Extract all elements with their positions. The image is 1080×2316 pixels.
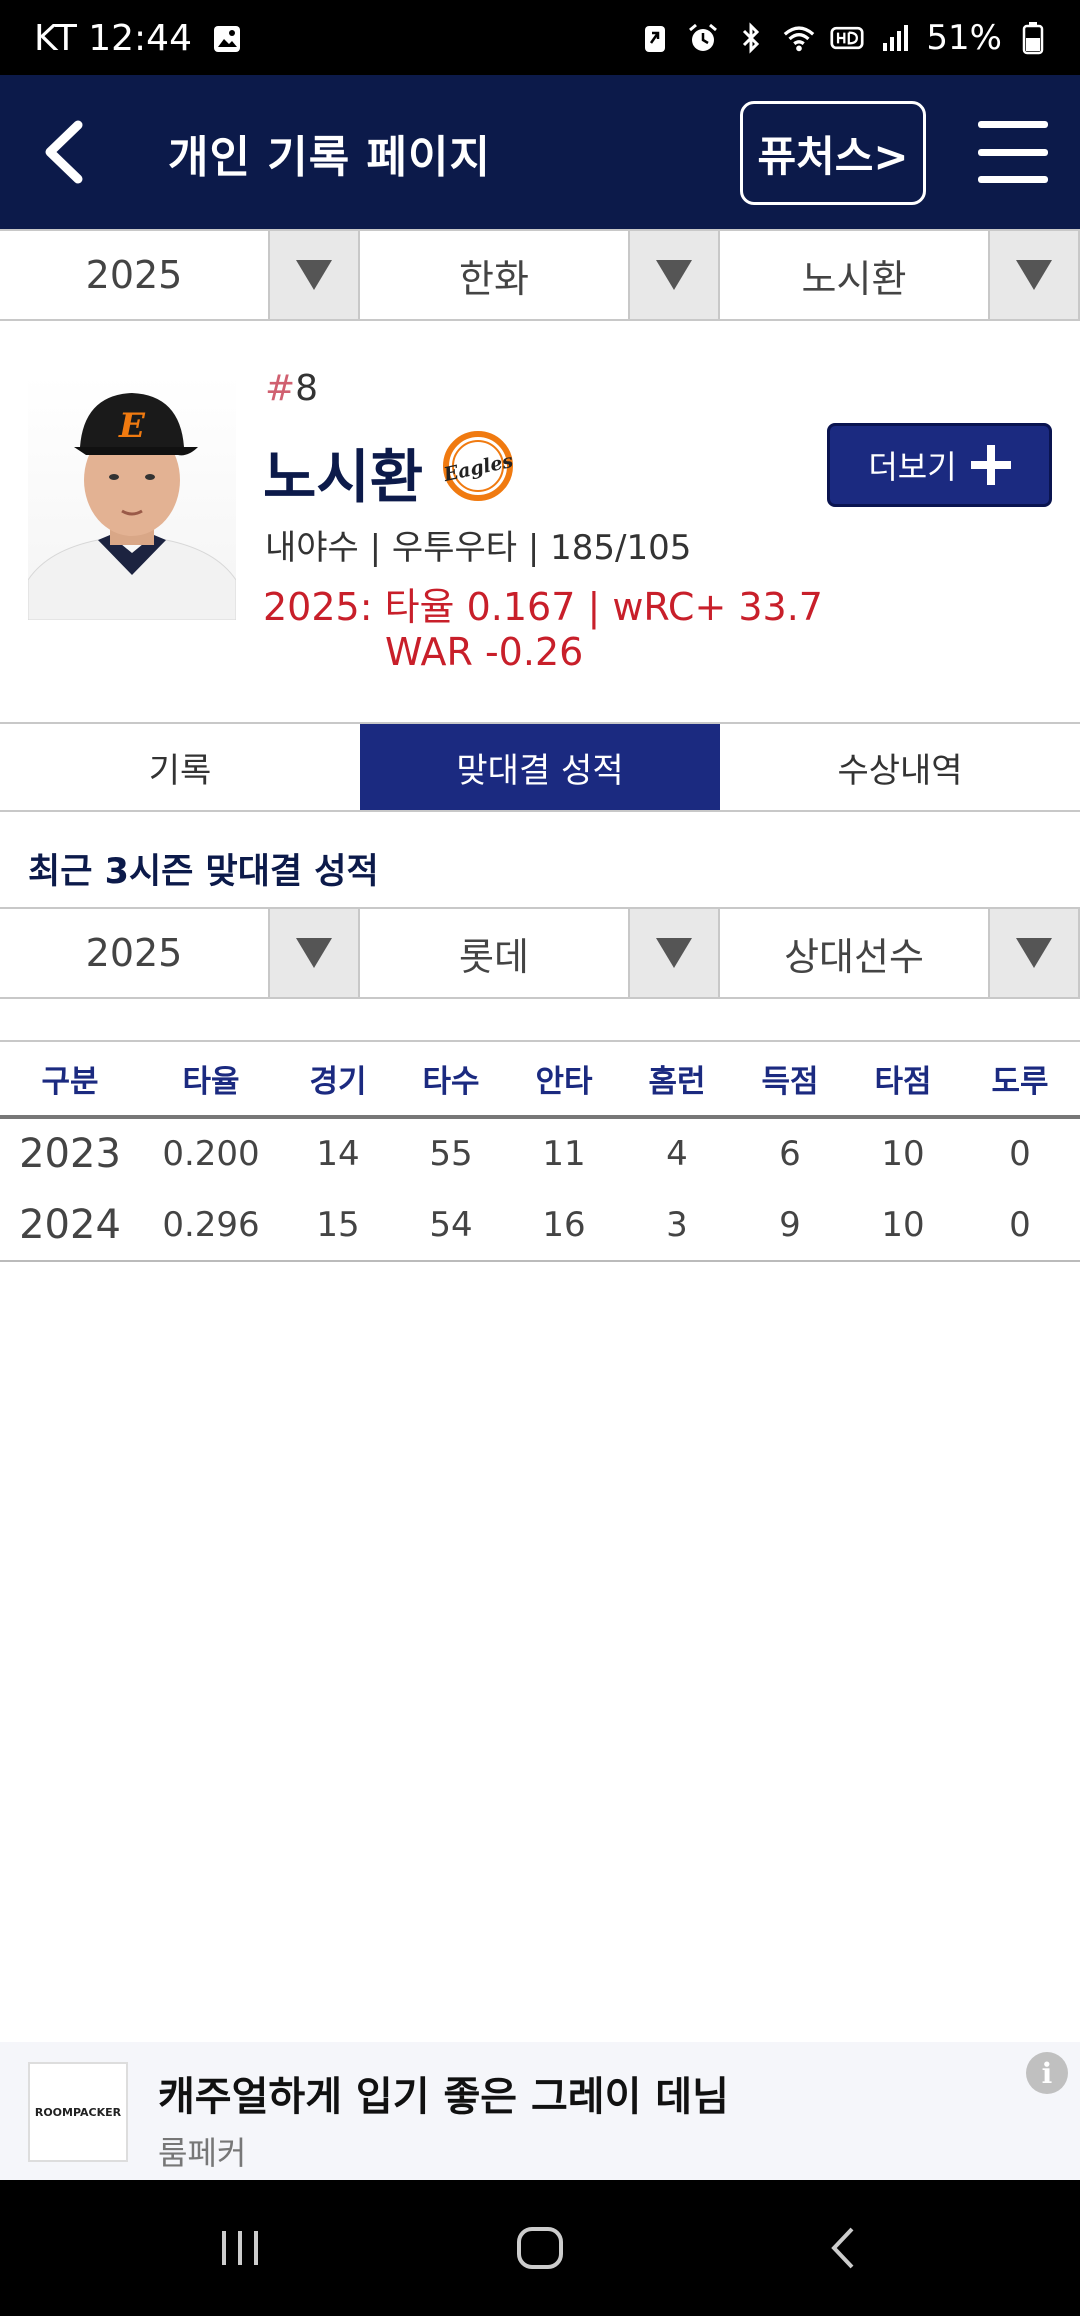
battery-percent: 51% bbox=[926, 18, 1002, 58]
matchup-year-select[interactable]: 2025 bbox=[0, 909, 360, 997]
battery-icon bbox=[1016, 21, 1050, 55]
player-select-value: 노시환 bbox=[801, 256, 907, 301]
table-cell: 6 bbox=[779, 1134, 801, 1174]
nav-back-icon[interactable] bbox=[775, 2180, 915, 2316]
player-select[interactable]: 노시환 bbox=[720, 231, 1080, 319]
gallery-icon bbox=[210, 22, 244, 56]
ad-logo: ROOMPACKER bbox=[28, 2062, 128, 2162]
more-button[interactable]: 더보기 bbox=[827, 423, 1052, 507]
player-name: 노시환 bbox=[263, 443, 424, 511]
player-photo: E bbox=[28, 375, 236, 620]
system-nav-bar bbox=[0, 2180, 1080, 2316]
column-header: 득점 bbox=[734, 1040, 846, 1119]
player-number: #8 bbox=[265, 368, 318, 409]
carrier-time: KT 12:44 bbox=[34, 18, 192, 59]
tab-awards[interactable]: 수상내역 bbox=[720, 724, 1080, 810]
table-cell: 9 bbox=[734, 1189, 846, 1262]
table-cell: 10 bbox=[846, 1189, 960, 1262]
page-title: 개인 기록 페이지 bbox=[168, 132, 491, 183]
opponent-team-value: 롯데 bbox=[459, 934, 529, 979]
table-header-row: 구분 타율 경기 타수 안타 홈런 득점 타점 도루 bbox=[0, 1040, 1080, 1119]
team-select-value: 한화 bbox=[459, 256, 529, 301]
player-season-stats: 2025: 타율 0.167 | wRC+ 33.7 bbox=[263, 585, 823, 629]
dropdown-arrow-icon[interactable] bbox=[268, 909, 360, 997]
table-cell: 4 bbox=[666, 1134, 688, 1174]
team-select[interactable]: 한화 bbox=[360, 231, 720, 319]
table-cell: 0.200 bbox=[162, 1134, 260, 1174]
alarm-icon bbox=[686, 21, 720, 55]
back-arrow-icon bbox=[45, 120, 83, 184]
opponent-team-select[interactable]: 롯데 bbox=[360, 909, 720, 997]
table-cell: 0 bbox=[1009, 1134, 1031, 1174]
table-cell: 2024 bbox=[0, 1189, 140, 1262]
number-value: 8 bbox=[295, 368, 319, 409]
hd-voice-icon bbox=[830, 21, 864, 55]
tab-matchup[interactable]: 맞대결 성적 bbox=[360, 724, 720, 810]
dropdown-arrow-icon[interactable] bbox=[988, 909, 1080, 997]
column-header: 도루 bbox=[960, 1040, 1080, 1119]
more-button-label: 더보기 bbox=[868, 448, 957, 486]
section-title: 최근 3시즌 맞대결 성적 bbox=[28, 852, 379, 892]
dropdown-arrow-icon[interactable] bbox=[628, 909, 720, 997]
year-select[interactable]: 2025 bbox=[0, 231, 360, 319]
table-cell: 0.296 bbox=[140, 1189, 282, 1262]
opponent-player-value: 상대선수 bbox=[784, 934, 924, 979]
back-button[interactable] bbox=[30, 115, 100, 190]
column-header: 안타 bbox=[508, 1040, 620, 1119]
ad-banner[interactable]: ROOMPACKER 캐주얼하게 입기 좋은 그레이 데님 룸페커 i bbox=[0, 2042, 1080, 2180]
ad-logo-text: ROOMPACKER bbox=[34, 2105, 122, 2119]
matchup-stats-table: 구분 타율 경기 타수 안타 홈런 득점 타점 도루 2023 0.200 14… bbox=[0, 1040, 1080, 1262]
table-row: 2024 0.296 15 54 16 3 9 10 0 bbox=[0, 1189, 1080, 1262]
column-header: 타점 bbox=[846, 1040, 960, 1119]
matchup-filter-row: 2025 롯데 상대선수 bbox=[0, 907, 1080, 999]
tab-records[interactable]: 기록 bbox=[0, 724, 360, 810]
info-icon[interactable]: i bbox=[1026, 2052, 1068, 2094]
matchup-year-value: 2025 bbox=[85, 931, 183, 975]
table-cell: 3 bbox=[620, 1189, 734, 1262]
table-cell: 55 bbox=[429, 1134, 473, 1174]
column-header: 타수 bbox=[394, 1040, 508, 1119]
opponent-player-select[interactable]: 상대선수 bbox=[720, 909, 1080, 997]
app-header: 개인 기록 페이지 퓨처스> bbox=[0, 75, 1080, 230]
column-header: 타율 bbox=[140, 1040, 282, 1119]
column-header: 홈런 bbox=[620, 1040, 734, 1119]
player-info: 내야수 | 우투우타 | 185/105 bbox=[265, 528, 692, 568]
table-cell: 54 bbox=[394, 1189, 508, 1262]
data-saver-icon bbox=[638, 21, 672, 55]
column-header: 구분 bbox=[0, 1040, 140, 1119]
status-left: KT 12:44 bbox=[34, 18, 244, 59]
ad-advertiser: 룸페커 bbox=[158, 2134, 247, 2172]
table-cell: 2023 bbox=[19, 1131, 121, 1177]
bluetooth-icon bbox=[734, 21, 768, 55]
tab-bar: 기록 맞대결 성적 수상내역 bbox=[0, 722, 1080, 812]
number-hash: # bbox=[265, 368, 296, 409]
column-header: 경기 bbox=[282, 1040, 394, 1119]
recent-apps-icon[interactable] bbox=[170, 2180, 310, 2316]
ad-title[interactable]: 캐주얼하게 입기 좋은 그레이 데님 bbox=[158, 2064, 729, 2122]
wifi-icon bbox=[782, 21, 816, 55]
year-select-value: 2025 bbox=[85, 253, 183, 297]
table-cell: 14 bbox=[316, 1134, 360, 1174]
table-cell: 11 bbox=[542, 1134, 586, 1174]
status-bar: KT 12:44 51% bbox=[0, 0, 1080, 75]
futures-button[interactable]: 퓨처스> bbox=[740, 101, 926, 205]
table-cell: 10 bbox=[881, 1134, 925, 1174]
team-logo: Eagles bbox=[438, 430, 518, 502]
status-right: 51% bbox=[638, 18, 1050, 58]
hamburger-menu-icon[interactable] bbox=[978, 121, 1048, 183]
table-cell: 0 bbox=[960, 1189, 1080, 1262]
table-cell: 16 bbox=[508, 1189, 620, 1262]
svg-text:E: E bbox=[118, 406, 146, 446]
plus-icon bbox=[970, 445, 1011, 485]
signal-icon bbox=[878, 21, 912, 55]
dropdown-arrow-icon[interactable] bbox=[268, 231, 360, 319]
table-cell: 15 bbox=[282, 1189, 394, 1262]
home-icon[interactable] bbox=[470, 2180, 610, 2316]
table-row: 2023 0.200 14 55 11 4 6 10 0 bbox=[0, 1117, 1080, 1189]
dropdown-arrow-icon[interactable] bbox=[628, 231, 720, 319]
dropdown-arrow-icon[interactable] bbox=[988, 231, 1080, 319]
player-war: WAR -0.26 bbox=[385, 630, 584, 674]
player-filter-row: 2025 한화 노시환 bbox=[0, 229, 1080, 321]
